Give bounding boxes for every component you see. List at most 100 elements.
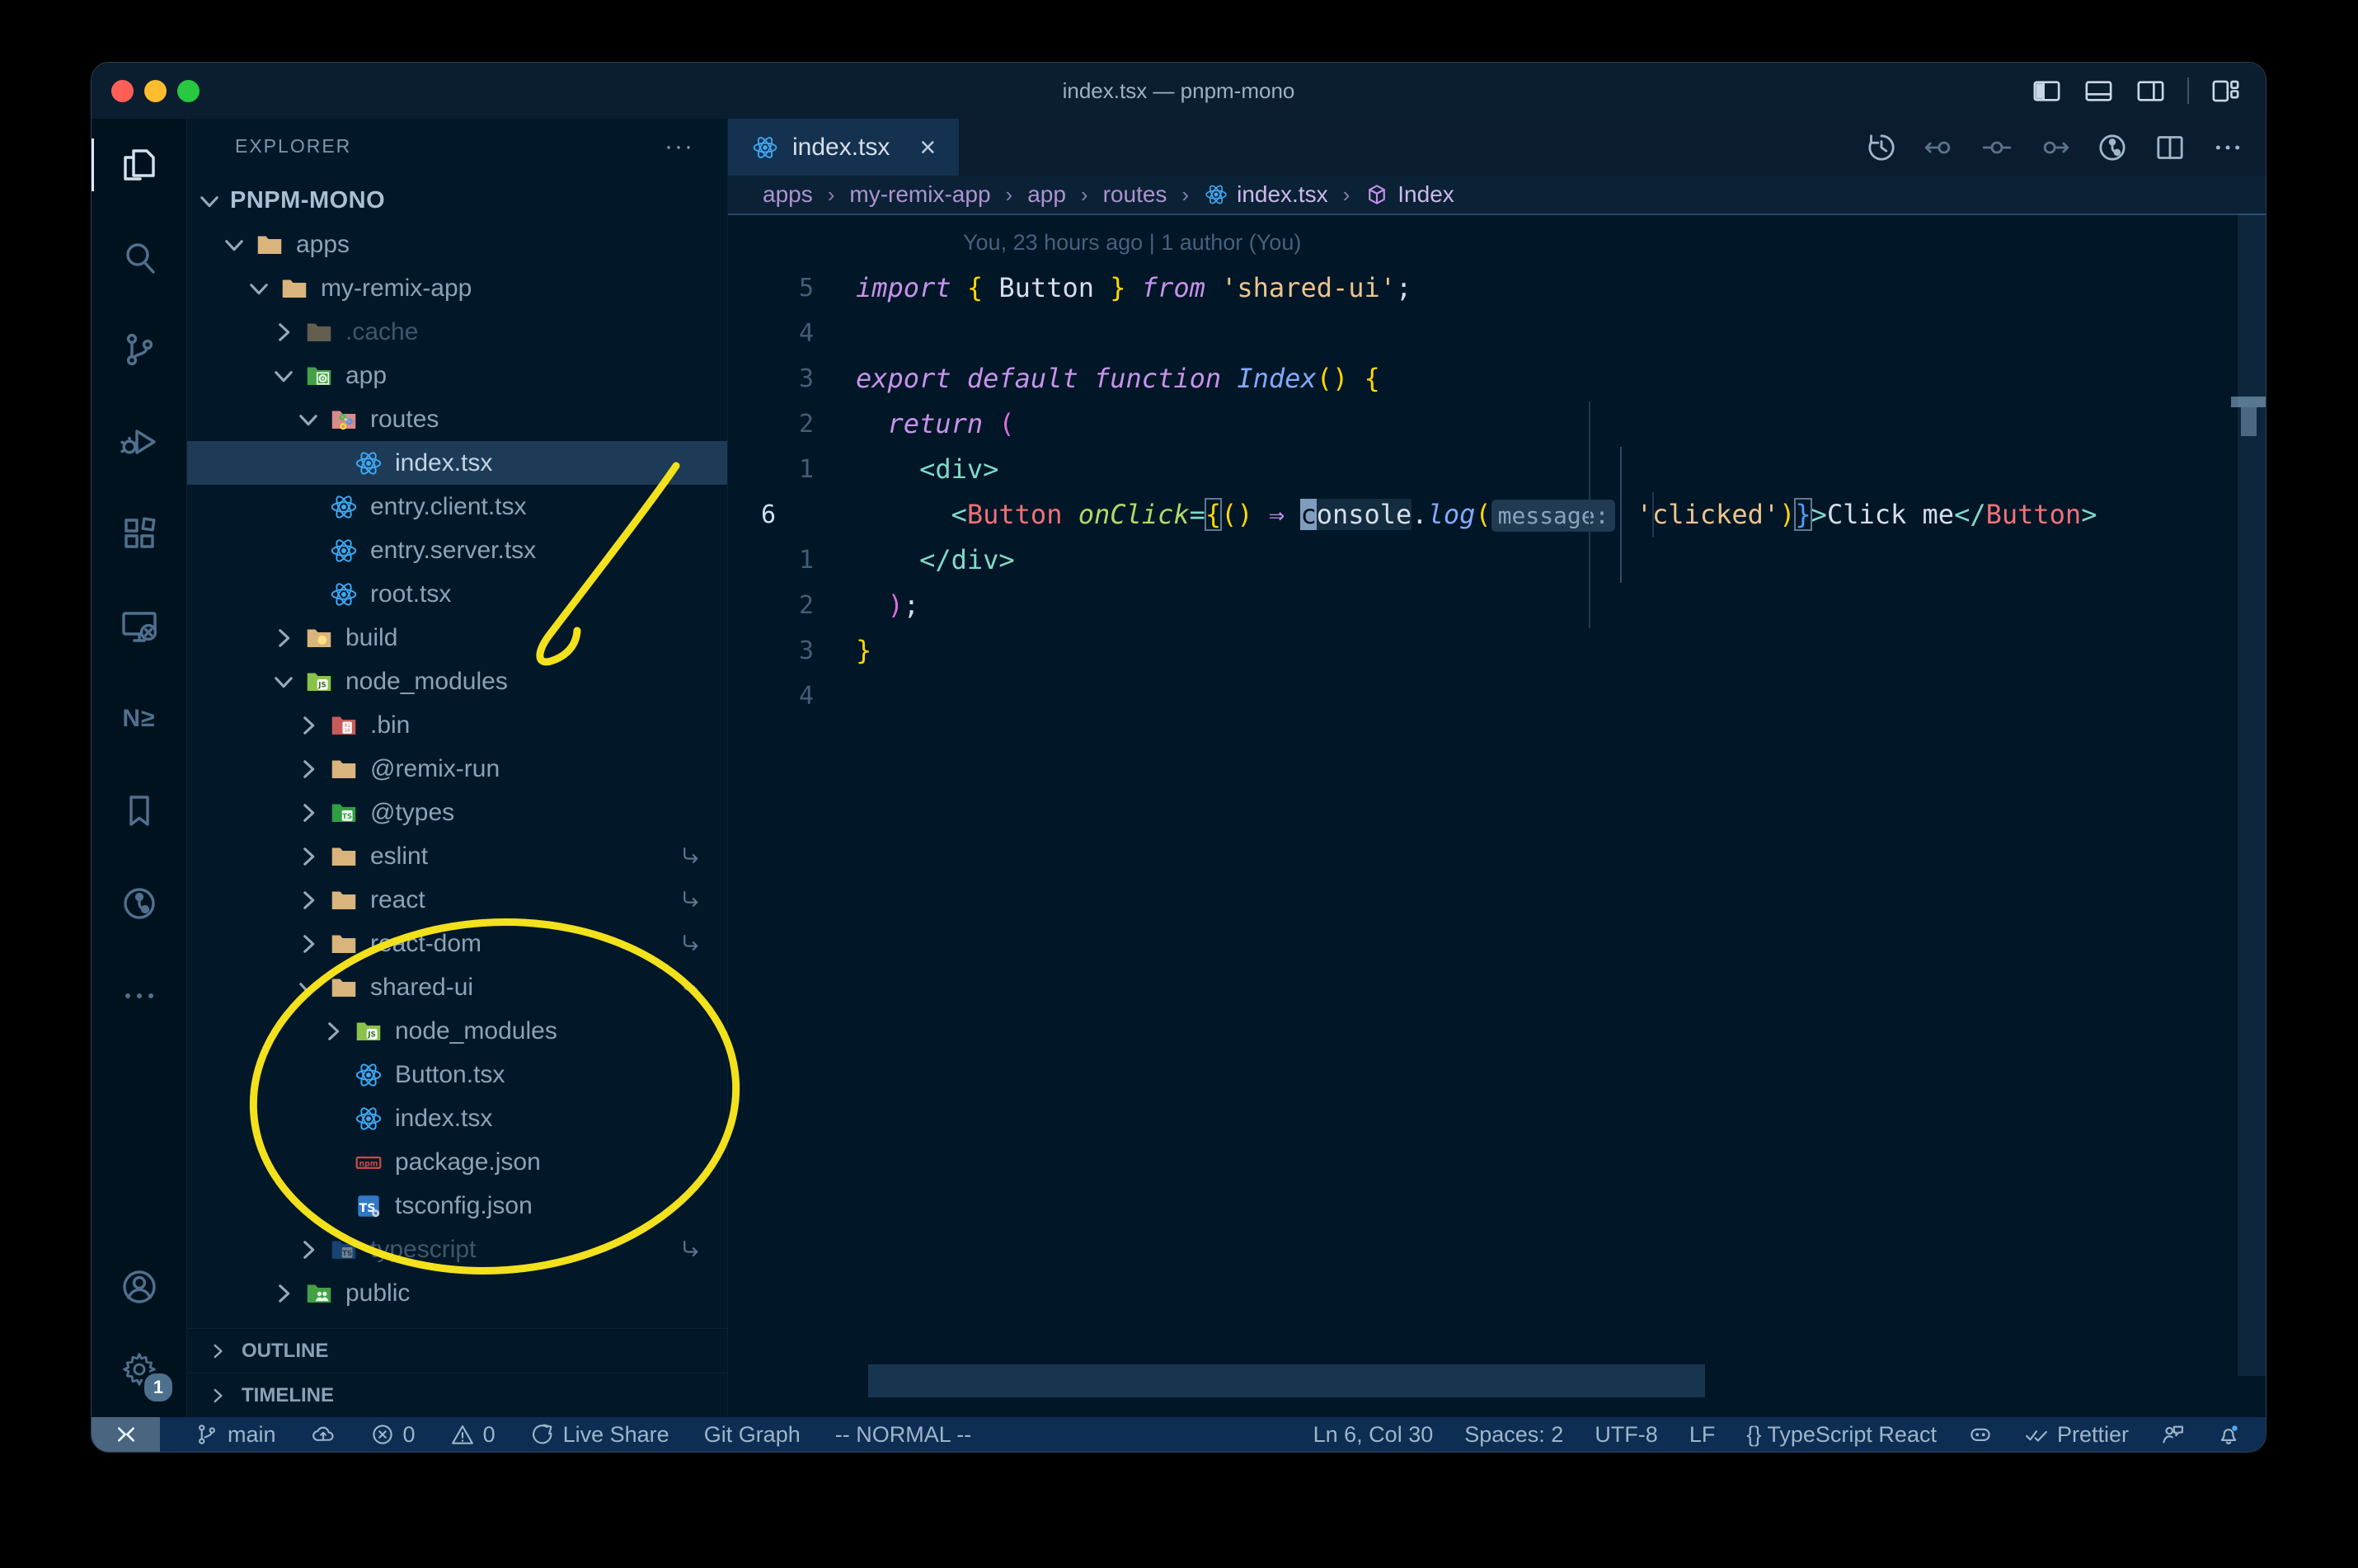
chevron-right-icon[interactable] — [294, 711, 322, 739]
tree-item-eslint[interactable]: eslint — [187, 834, 727, 878]
activity-bar-item-settings[interactable]: 1 — [92, 1328, 186, 1411]
tree-item-node_modules[interactable]: JS node_modules — [187, 1009, 727, 1053]
tree-item-@remix-run[interactable]: @remix-run — [187, 747, 727, 791]
remote-indicator[interactable] — [92, 1417, 160, 1452]
tree-item-entry.server.tsx[interactable]: entry.server.tsx — [187, 528, 727, 572]
breadcrumb-item-my-remix-app[interactable]: my-remix-app — [849, 181, 990, 208]
tree-item-react[interactable]: react — [187, 878, 727, 922]
status-item-cursor-position[interactable]: Ln 6, Col 30 — [1313, 1422, 1434, 1448]
status-item-copilot[interactable] — [1968, 1422, 1993, 1447]
tree-item-.cache[interactable]: .cache — [187, 310, 727, 354]
status-item-warnings[interactable]: 0 — [450, 1422, 496, 1448]
tree-item-app[interactable]: app — [187, 354, 727, 397]
chevron-right-icon[interactable] — [270, 624, 298, 652]
chevron-down-icon[interactable] — [270, 668, 298, 696]
breadcrumb-item-index.tsx[interactable]: index.tsx — [1204, 181, 1328, 208]
chevron-down-icon[interactable] — [270, 362, 298, 390]
chevron-right-icon[interactable] — [319, 1017, 347, 1045]
commit-back-icon[interactable] — [1923, 131, 1956, 164]
tree-item-routes[interactable]: routes — [187, 397, 727, 441]
commit-forward-icon[interactable] — [2038, 131, 2071, 164]
tree-item-PNPM-MONO[interactable]: PNPM-MONO — [187, 179, 727, 223]
chevron-down-icon[interactable] — [245, 275, 273, 303]
status-item-encoding[interactable]: UTF-8 — [1595, 1422, 1658, 1448]
status-item-git-graph[interactable]: Git Graph — [704, 1422, 801, 1448]
tree-item-Button.tsx[interactable]: Button.tsx — [187, 1053, 727, 1096]
breadcrumb-item-Index[interactable]: Index — [1365, 181, 1454, 208]
activity-bar-item-run-debug[interactable] — [92, 396, 186, 488]
explorer-more-actions-icon[interactable]: ··· — [665, 133, 694, 161]
activity-bar-item-extensions[interactable] — [92, 488, 186, 580]
code-editor[interactable]: You, 23 hours ago | 1 author (You) 5 impor… — [728, 215, 2266, 1417]
more-icon[interactable] — [2211, 131, 2244, 164]
tree-item-public[interactable]: public — [187, 1271, 727, 1315]
layout-customize-icon[interactable] — [2210, 76, 2241, 106]
tree-item-build[interactable]: build — [187, 616, 727, 660]
cloud-upload-icon — [311, 1422, 336, 1447]
status-item-language-mode[interactable]: {} TypeScript React — [1746, 1422, 1937, 1448]
activity-bar-item-source-control[interactable] — [92, 303, 186, 396]
status-item-sync-publish[interactable] — [311, 1422, 336, 1447]
status-item-live-share[interactable]: Live Share — [530, 1422, 669, 1448]
tree-item-shared-ui[interactable]: shared-ui — [187, 965, 727, 1009]
layout-panel-icon[interactable] — [2083, 76, 2114, 106]
activity-bar-item-account[interactable] — [92, 1246, 186, 1328]
breadcrumb-item-apps[interactable]: apps — [763, 181, 813, 208]
tree-item-react-dom[interactable]: react-dom — [187, 922, 727, 965]
history-icon[interactable] — [1865, 131, 1898, 164]
tree-item-package.json[interactable]: npm package.json — [187, 1140, 727, 1184]
tree-item-index.tsx[interactable]: index.tsx — [187, 1096, 727, 1140]
tree-item-my-remix-app[interactable]: my-remix-app — [187, 266, 727, 310]
chevron-down-icon[interactable] — [294, 406, 322, 434]
tree-item-node_modules[interactable]: JS node_modules — [187, 660, 727, 703]
breadcrumb-item-routes[interactable]: routes — [1103, 181, 1167, 208]
breadcrumb-item-app[interactable]: app — [1027, 181, 1066, 208]
chevron-down-icon[interactable] — [294, 974, 322, 1002]
activity-bar-item-nx-console[interactable]: N≥ — [92, 673, 186, 765]
tree-item-label: @types — [370, 798, 455, 826]
status-item-git-branch[interactable]: main — [195, 1422, 276, 1448]
close-tab-icon[interactable]: × — [919, 134, 936, 162]
status-item-notifications[interactable] — [2216, 1422, 2241, 1447]
chevron-right-icon[interactable] — [270, 318, 298, 346]
tree-item-tsconfig.json[interactable]: TS tsconfig.json — [187, 1184, 727, 1228]
commit-icon[interactable] — [1980, 131, 2013, 164]
vertical-scrollbar[interactable] — [2238, 214, 2266, 1376]
status-item-errors[interactable]: 0 — [370, 1422, 416, 1448]
activity-bar-item-search[interactable] — [92, 211, 186, 303]
activity-bar-item-remote-explorer[interactable] — [92, 580, 186, 673]
tree-item-index.tsx[interactable]: index.tsx — [187, 441, 727, 485]
status-item-eol[interactable]: LF — [1689, 1422, 1716, 1448]
tree-item-typescript[interactable]: TS typescript — [187, 1228, 727, 1271]
horizontal-scrollbar[interactable] — [868, 1364, 1705, 1397]
split-editor-icon[interactable] — [2154, 131, 2187, 164]
layout-sidebar-right-icon[interactable] — [2135, 76, 2166, 106]
status-item-feedback[interactable] — [2160, 1422, 2185, 1447]
chevron-right-icon[interactable] — [270, 1279, 298, 1307]
chevron-right-icon[interactable] — [294, 886, 322, 914]
status-item-vim-mode[interactable]: -- NORMAL -- — [835, 1422, 971, 1448]
tab-index-tsx[interactable]: index.tsx × — [728, 119, 960, 176]
tree-item-root.tsx[interactable]: root.tsx — [187, 572, 727, 616]
status-item-prettier[interactable]: Prettier — [2024, 1422, 2129, 1448]
tree-item-@types[interactable]: TS @types — [187, 791, 727, 834]
git-graph-icon[interactable] — [2096, 131, 2129, 164]
chevron-right-icon[interactable] — [294, 843, 322, 871]
chevron-right-icon[interactable] — [294, 799, 322, 827]
activity-bar-item-bookmarks[interactable] — [92, 765, 186, 857]
status-item-indentation[interactable]: Spaces: 2 — [1464, 1422, 1563, 1448]
tree-item-apps[interactable]: apps — [187, 223, 727, 266]
sidebar-section-timeline[interactable]: TIMELINE — [187, 1373, 727, 1417]
chevron-down-icon[interactable] — [195, 187, 223, 215]
chevron-right-icon[interactable] — [294, 755, 322, 783]
tree-item-entry.client.tsx[interactable]: entry.client.tsx — [187, 485, 727, 528]
activity-bar-item-explorer[interactable] — [92, 119, 186, 211]
layout-sidebar-left-icon[interactable] — [2032, 76, 2062, 106]
activity-bar-item-more[interactable] — [92, 950, 186, 1042]
chevron-right-icon[interactable] — [294, 1236, 322, 1264]
chevron-right-icon[interactable] — [294, 930, 322, 958]
tree-item-.bin[interactable]: 01 10 .bin — [187, 703, 727, 747]
activity-bar-item-git-graph[interactable] — [92, 857, 186, 950]
chevron-down-icon[interactable] — [220, 231, 248, 259]
sidebar-section-outline[interactable]: OUTLINE — [187, 1328, 727, 1373]
